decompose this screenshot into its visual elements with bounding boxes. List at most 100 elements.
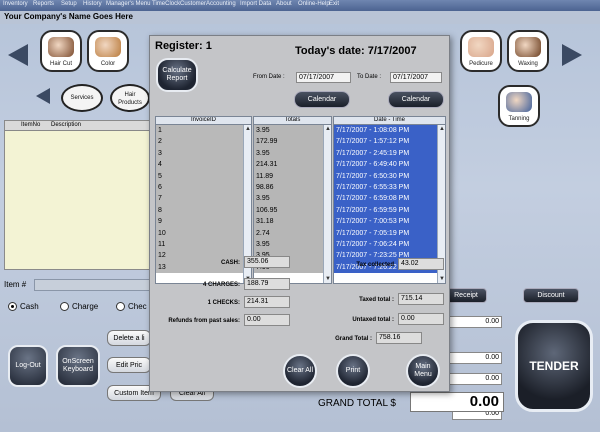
invoice-id-header: InvoiceID (156, 117, 251, 125)
menu-item[interactable]: Inventory (3, 1, 28, 7)
tender-button[interactable]: TENDER (515, 320, 593, 412)
tax-collected-label: Tax collected (356, 262, 394, 268)
menu-item[interactable]: TimeClock (152, 1, 180, 7)
scroll-up-icon[interactable]: ▲ (245, 126, 251, 132)
datetime-row[interactable]: 7/17/2007 - 6:59:08 PM (334, 193, 445, 205)
total-row[interactable]: 3.95 (254, 125, 331, 137)
datetime-row[interactable]: 7/17/2007 - 7:00:53 PM (334, 216, 445, 228)
calculate-report-button[interactable]: Calculate Report (156, 58, 198, 92)
menu-item[interactable]: Accounting (206, 1, 236, 7)
logout-button[interactable]: Log-Out (8, 345, 48, 387)
datetime-header: Date - Time (334, 117, 445, 125)
category-services-button[interactable]: Services (61, 84, 103, 112)
menu-item[interactable]: Customer (180, 1, 206, 7)
invoice-id-row[interactable]: 9 (156, 216, 251, 228)
edit-price-button[interactable]: Edit Pric (107, 357, 151, 373)
total-row[interactable]: 214.31 (254, 159, 331, 171)
payment-cash-radio[interactable]: Cash (8, 302, 39, 311)
total-row[interactable]: 172.99 (254, 136, 331, 148)
invoice-id-row[interactable]: 4 (156, 159, 251, 171)
menu-item[interactable]: Setup (61, 1, 77, 7)
totals-header: Totals (254, 117, 331, 125)
grand-total-value: 0.00 (410, 392, 504, 412)
total-row[interactable]: 2.74 (254, 227, 331, 239)
menu-item[interactable]: Online-Help (298, 1, 330, 7)
payment-check-radio[interactable]: Chec (116, 302, 147, 311)
scroll-up-icon[interactable]: ▲ (325, 126, 331, 132)
invoice-id-list[interactable]: InvoiceID 12345678910111213 ▲▼ (155, 116, 252, 284)
datetime-row[interactable]: 7/17/2007 - 6:49:40 PM (334, 159, 445, 171)
grid-col-description: Description (51, 122, 82, 128)
from-calendar-button[interactable]: Calendar (294, 91, 350, 108)
datetime-row[interactable]: 7/17/2007 - 2:45:19 PM (334, 147, 445, 160)
scroll-left-arrow-icon[interactable] (8, 44, 28, 66)
datetime-row[interactable]: 7/17/2007 - 1:57:12 PM (334, 136, 445, 148)
scroll-up-icon[interactable]: ▲ (439, 126, 445, 132)
total-row[interactable]: 3.95 (254, 193, 331, 205)
cash-value: 355.06 (244, 256, 290, 268)
menu-item[interactable]: Exit (329, 1, 339, 7)
menu-item[interactable]: Manager's Menu (106, 1, 151, 7)
untaxed-total-value: 0.00 (398, 313, 444, 325)
invoice-id-row[interactable]: 1 (156, 125, 251, 137)
pedicure-icon (468, 37, 494, 57)
total-row[interactable]: 98.86 (254, 181, 331, 194)
invoice-id-row[interactable]: 6 (156, 181, 251, 194)
scroll-right-arrow-icon[interactable] (562, 44, 582, 66)
category-hair-products-button[interactable]: Hair Products (110, 84, 150, 112)
datetime-row[interactable]: 7/17/2007 - 7:05:19 PM (334, 227, 445, 239)
charges-value: 188.79 (244, 278, 290, 290)
datetime-row[interactable]: 7/17/2007 - 1:08:08 PM (334, 125, 445, 137)
receipt-button[interactable]: Receipt (445, 288, 487, 303)
datetime-row[interactable]: 7/17/2007 - 6:55:33 PM (334, 181, 445, 194)
waxing-icon (515, 37, 541, 57)
datetime-row[interactable]: 7/17/2007 - 7:06:24 PM (334, 238, 445, 251)
invoice-id-row[interactable]: 5 (156, 170, 251, 182)
service-color-button[interactable]: Color (87, 30, 129, 72)
to-date-input[interactable]: 07/17/2007 (390, 72, 442, 83)
total-row[interactable]: 3.95 (254, 238, 331, 251)
payment-charge-radio[interactable]: Charge (60, 302, 98, 311)
onscreen-keyboard-button[interactable]: OnScreen Keyboard (56, 345, 100, 387)
invoice-id-row[interactable]: 7 (156, 193, 251, 205)
delete-line-button[interactable]: Delete a li (107, 330, 151, 346)
service-pedicure-button[interactable]: Pedicure (460, 30, 502, 72)
from-date-label: From Date : (253, 74, 285, 80)
main-menu-button[interactable]: Main Menu (406, 354, 440, 388)
datetime-row[interactable]: 7/17/2007 - 6:50:30 PM (334, 170, 445, 182)
invoice-grid[interactable]: ItemNo Description (4, 120, 152, 270)
discount-button[interactable]: Discount (523, 288, 579, 303)
invoice-id-row[interactable]: 8 (156, 204, 251, 217)
invoice-id-row[interactable]: 2 (156, 136, 251, 148)
menu-item[interactable]: About (276, 1, 292, 7)
company-name: Your Company's Name Goes Here (4, 12, 133, 21)
menu-item[interactable]: Reports (33, 1, 54, 7)
datetime-row[interactable]: 7/17/2007 - 6:59:59 PM (334, 204, 445, 217)
menu-item[interactable]: Import Data (240, 1, 271, 7)
color-icon (95, 37, 121, 57)
scroll-down-icon[interactable]: ▼ (325, 276, 331, 282)
scroll-down-icon[interactable]: ▼ (439, 276, 445, 282)
totals-scrollbar[interactable]: ▲ ▼ (323, 125, 331, 283)
radio-selected-icon (8, 302, 17, 311)
item-number-input[interactable] (34, 279, 150, 291)
total-row[interactable]: 106.95 (254, 204, 331, 217)
tax-collected-value: 43.02 (398, 258, 444, 270)
taxed-total-value: 715.14 (398, 293, 444, 305)
from-date-input[interactable]: 07/17/2007 (296, 72, 351, 83)
clear-all-report-button[interactable]: Clear All (283, 354, 317, 388)
grid-header: ItemNo Description (5, 121, 151, 131)
invoice-id-row[interactable]: 11 (156, 238, 251, 251)
service-tanning-button[interactable]: Tanning (498, 85, 540, 127)
total-row[interactable]: 11.89 (254, 170, 331, 182)
to-calendar-button[interactable]: Calendar (388, 91, 444, 108)
service-hair-cut-button[interactable]: Hair Cut (40, 30, 82, 72)
invoice-id-row[interactable]: 3 (156, 147, 251, 160)
total-row[interactable]: 3.95 (254, 147, 331, 160)
category-left-arrow-icon[interactable] (36, 88, 50, 104)
service-waxing-button[interactable]: Waxing (507, 30, 549, 72)
print-button[interactable]: Print (336, 354, 370, 388)
menu-item[interactable]: History (83, 1, 102, 7)
invoice-id-row[interactable]: 10 (156, 227, 251, 239)
total-row[interactable]: 31.18 (254, 216, 331, 228)
